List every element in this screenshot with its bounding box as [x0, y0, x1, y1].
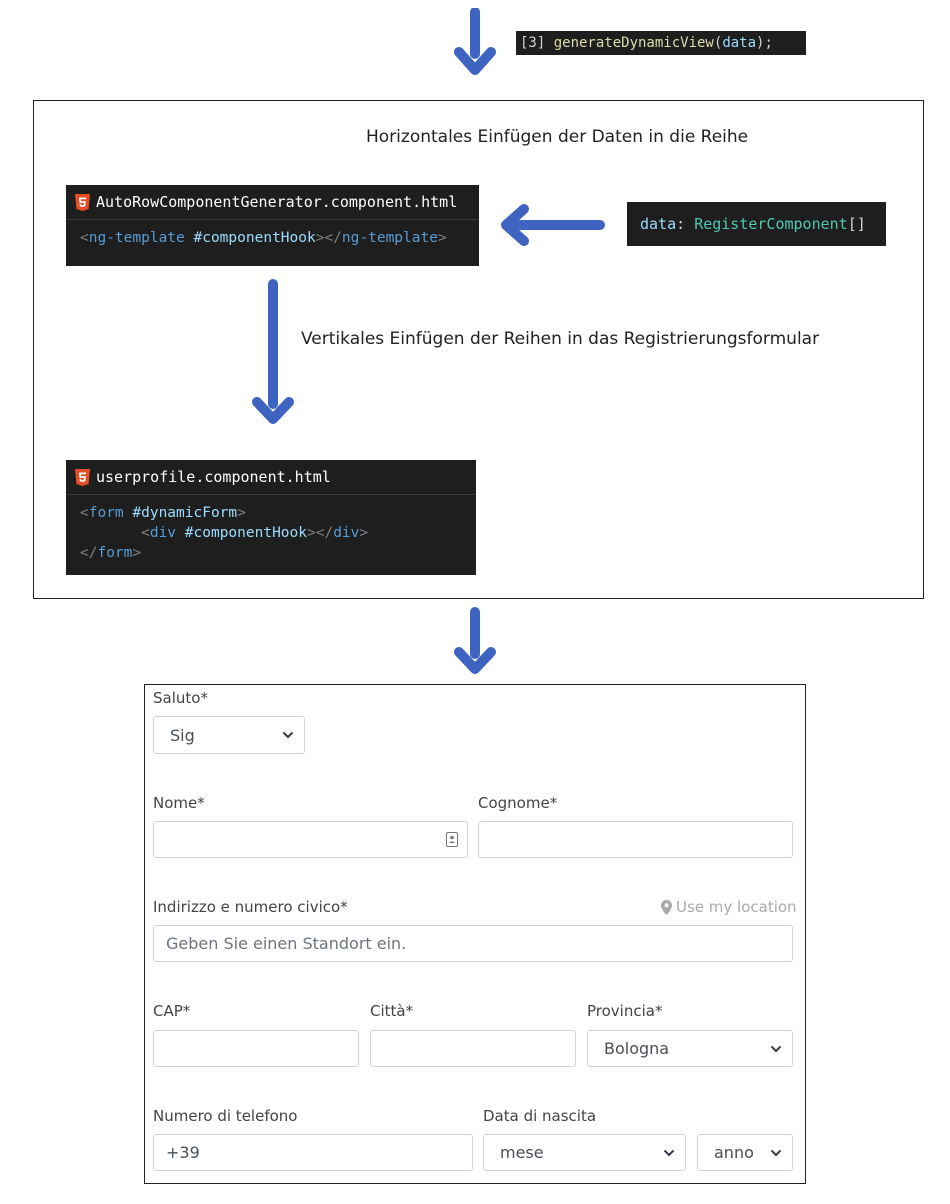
indirizzo-input[interactable]: Geben Sie einen Standort ein. — [153, 925, 793, 962]
code-token: #dynamicForm — [123, 505, 238, 521]
code-token: ng-template — [88, 230, 185, 246]
nascita-label: Data di nascita — [483, 1107, 597, 1125]
horizontal-caption: Horizontales Einfügen der Daten in die R… — [366, 127, 749, 147]
html5-icon — [75, 193, 90, 211]
anno-value: anno — [714, 1143, 754, 1162]
code-token: < — [141, 525, 150, 541]
cognome-label: Cognome* — [478, 794, 558, 812]
use-my-location-text: Use my location — [676, 898, 797, 916]
call-argument: data — [722, 35, 757, 51]
provincia-label: Provincia* — [587, 1002, 663, 1020]
call-function-name: generateDynamicView — [553, 35, 714, 51]
card-header: AutoRowComponentGenerator.component.html — [66, 185, 479, 220]
userprofile-template-card: userprofile.component.html <form #dynami… — [66, 460, 476, 575]
code-token: #componentHook — [184, 230, 316, 246]
mese-value: mese — [500, 1143, 544, 1162]
code-token: data — [640, 215, 677, 233]
card-header: userprofile.component.html — [66, 460, 476, 495]
code-token: form — [97, 545, 133, 561]
cognome-input[interactable] — [478, 821, 793, 858]
code-token: div — [333, 525, 360, 541]
arrow-down-icon — [454, 8, 496, 75]
autorow-template-card: AutoRowComponentGenerator.component.html… — [66, 185, 479, 266]
indirizzo-label: Indirizzo e numero civico* — [153, 898, 348, 916]
telefono-label: Numero di telefono — [153, 1107, 298, 1125]
use-my-location-link[interactable]: Use my location — [661, 898, 797, 916]
code-token: < — [80, 505, 89, 521]
code-token: </ — [80, 545, 98, 561]
contact-card-icon — [446, 832, 458, 847]
telefono-value: +39 — [166, 1143, 200, 1162]
anno-select[interactable]: anno — [697, 1134, 793, 1171]
code-token: : — [676, 215, 695, 233]
map-pin-icon — [661, 899, 672, 915]
indirizzo-placeholder: Geben Sie einen Standort ein. — [166, 934, 407, 953]
code-body: <form #dynamicForm> <div #componentHook>… — [66, 495, 476, 571]
code-token: form — [88, 505, 124, 521]
cap-input[interactable] — [153, 1030, 359, 1067]
mese-select[interactable]: mese — [483, 1134, 686, 1171]
call-close: ); — [756, 35, 773, 51]
code-token: < — [80, 230, 89, 246]
file-name: userprofile.component.html — [96, 468, 331, 486]
vertical-caption: Vertikales Einfügen der Reihen in das Re… — [301, 329, 820, 349]
code-body: <ng-template #componentHook></ng-templat… — [66, 220, 479, 256]
arrow-down-icon — [252, 279, 294, 424]
code-token: div — [149, 525, 177, 541]
citta-input[interactable] — [370, 1030, 576, 1067]
nome-label: Nome* — [153, 794, 205, 812]
code-token: > — [132, 545, 142, 561]
citta-label: Città* — [370, 1002, 414, 1020]
html5-icon — [75, 468, 90, 486]
code-token: RegisterComponent — [694, 215, 848, 233]
saluto-label: Saluto* — [153, 689, 208, 707]
chevron-down-icon — [282, 731, 294, 739]
code-token: ></ — [307, 525, 334, 541]
code-token: > — [359, 525, 369, 541]
code-token: ></ — [315, 230, 342, 246]
telefono-input[interactable]: +39 — [153, 1134, 473, 1171]
call-prefix: [3] — [520, 35, 554, 51]
code-token: ng-template — [341, 230, 438, 246]
code-token: > — [437, 230, 447, 246]
saluto-value: Sig — [170, 725, 195, 745]
nome-input[interactable] — [153, 821, 468, 858]
arrow-down-icon — [454, 607, 496, 674]
data-register-component-snippet: data: RegisterComponent[] — [627, 202, 886, 246]
provincia-select[interactable]: Bologna — [587, 1030, 793, 1067]
cap-label: CAP* — [153, 1002, 191, 1020]
provincia-value: Bologna — [604, 1039, 670, 1058]
chevron-down-icon — [770, 1045, 782, 1052]
code-token: #componentHook — [176, 525, 307, 541]
file-name: AutoRowComponentGenerator.component.html — [96, 193, 458, 211]
code-token: [] — [847, 215, 866, 233]
generate-dynamic-view-call: [3] generateDynamicView(data); — [516, 31, 806, 55]
chevron-down-icon — [663, 1149, 675, 1156]
saluto-select[interactable]: Sig — [153, 716, 305, 754]
chevron-down-icon — [770, 1149, 782, 1156]
arrow-left-icon — [501, 204, 605, 246]
code-token: > — [237, 505, 246, 521]
